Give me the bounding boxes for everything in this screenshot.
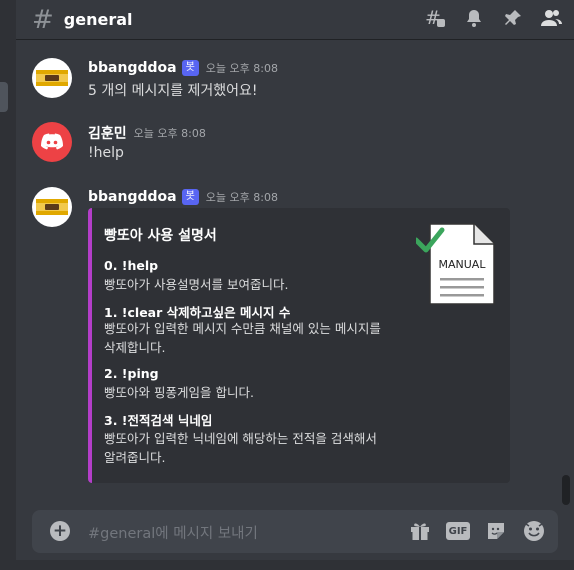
avatar[interactable]: [32, 187, 72, 227]
message-text: !help: [88, 145, 124, 161]
bot-badge: 봇: [181, 60, 199, 76]
threads-icon[interactable]: #: [423, 6, 447, 30]
embed-field-name: 3. !전적검색 닉네임: [104, 413, 213, 428]
avatar[interactable]: [32, 58, 72, 98]
bbangddoa-logo-icon: [36, 199, 68, 215]
message-list: bbangddoa 봇 오늘 오후 8:08 5 개의 메시지를 제거했어요! …: [16, 40, 574, 500]
channel-header: # general #: [16, 0, 574, 40]
author-name[interactable]: bbangddoa: [88, 60, 177, 76]
sticker-icon[interactable]: [484, 519, 508, 543]
pin-icon[interactable]: [501, 6, 525, 30]
embed-field-value: 빵또아가 입력한 닉네임에 해당하는 전적을 검색해서: [104, 431, 377, 446]
message-composer: + #general에 메시지 보내기 GIF: [32, 510, 558, 553]
bell-icon[interactable]: [462, 6, 486, 30]
server-indicator: [0, 82, 8, 112]
channel-title: general: [63, 10, 133, 29]
timestamp: 오늘 오후 8:08: [205, 62, 278, 75]
emoji-icon[interactable]: [522, 519, 546, 543]
embed-field-value: 빵또아가 사용설명서를 보여줍니다.: [104, 277, 289, 292]
hash-icon: #: [32, 4, 54, 35]
gif-label: GIF: [446, 522, 470, 540]
embed-title: 빵또아 사용 설명서: [104, 228, 217, 244]
discord-logo-icon: [41, 133, 63, 150]
help-embed: 빵또아 사용 설명서 0. !help 빵또아가 사용설명서를 보여줍니다. 1…: [88, 208, 510, 483]
timestamp: 오늘 오후 8:08: [205, 191, 278, 204]
embed-field-value: 빵또아가 입력한 메시지 수만큼 채널에 있는 메시지를: [104, 321, 381, 336]
scrollbar-thumb[interactable]: [562, 475, 570, 505]
embed-field-name: 0. !help: [104, 258, 159, 273]
message-input[interactable]: #general에 메시지 보내기: [88, 522, 258, 543]
server-sidebar-edge: [0, 0, 16, 570]
embed-field-value: 빵또아와 핑퐁게임을 합니다.: [104, 385, 254, 400]
embed-field-value: 알려줍니다.: [104, 450, 166, 465]
gift-icon[interactable]: [408, 519, 432, 543]
bot-badge: 봇: [181, 189, 199, 205]
timestamp: 오늘 오후 8:08: [133, 127, 206, 140]
embed-field-name: 2. !ping: [104, 366, 159, 381]
avatar[interactable]: [32, 122, 72, 162]
bottom-edge: [0, 560, 574, 570]
members-icon[interactable]: [540, 6, 564, 30]
bbangddoa-logo-icon: [36, 70, 68, 86]
manual-thumbnail[interactable]: MANUAL: [413, 220, 498, 308]
message-text: 5 개의 메시지를 제거했어요!: [88, 83, 258, 99]
author-name[interactable]: 김훈민: [88, 123, 127, 143]
embed-field-value: 삭제합니다.: [104, 340, 166, 355]
gif-icon[interactable]: GIF: [446, 519, 470, 543]
add-attachment-icon[interactable]: +: [50, 521, 70, 541]
thumbnail-label: MANUAL: [439, 258, 487, 271]
author-name[interactable]: bbangddoa: [88, 189, 177, 205]
